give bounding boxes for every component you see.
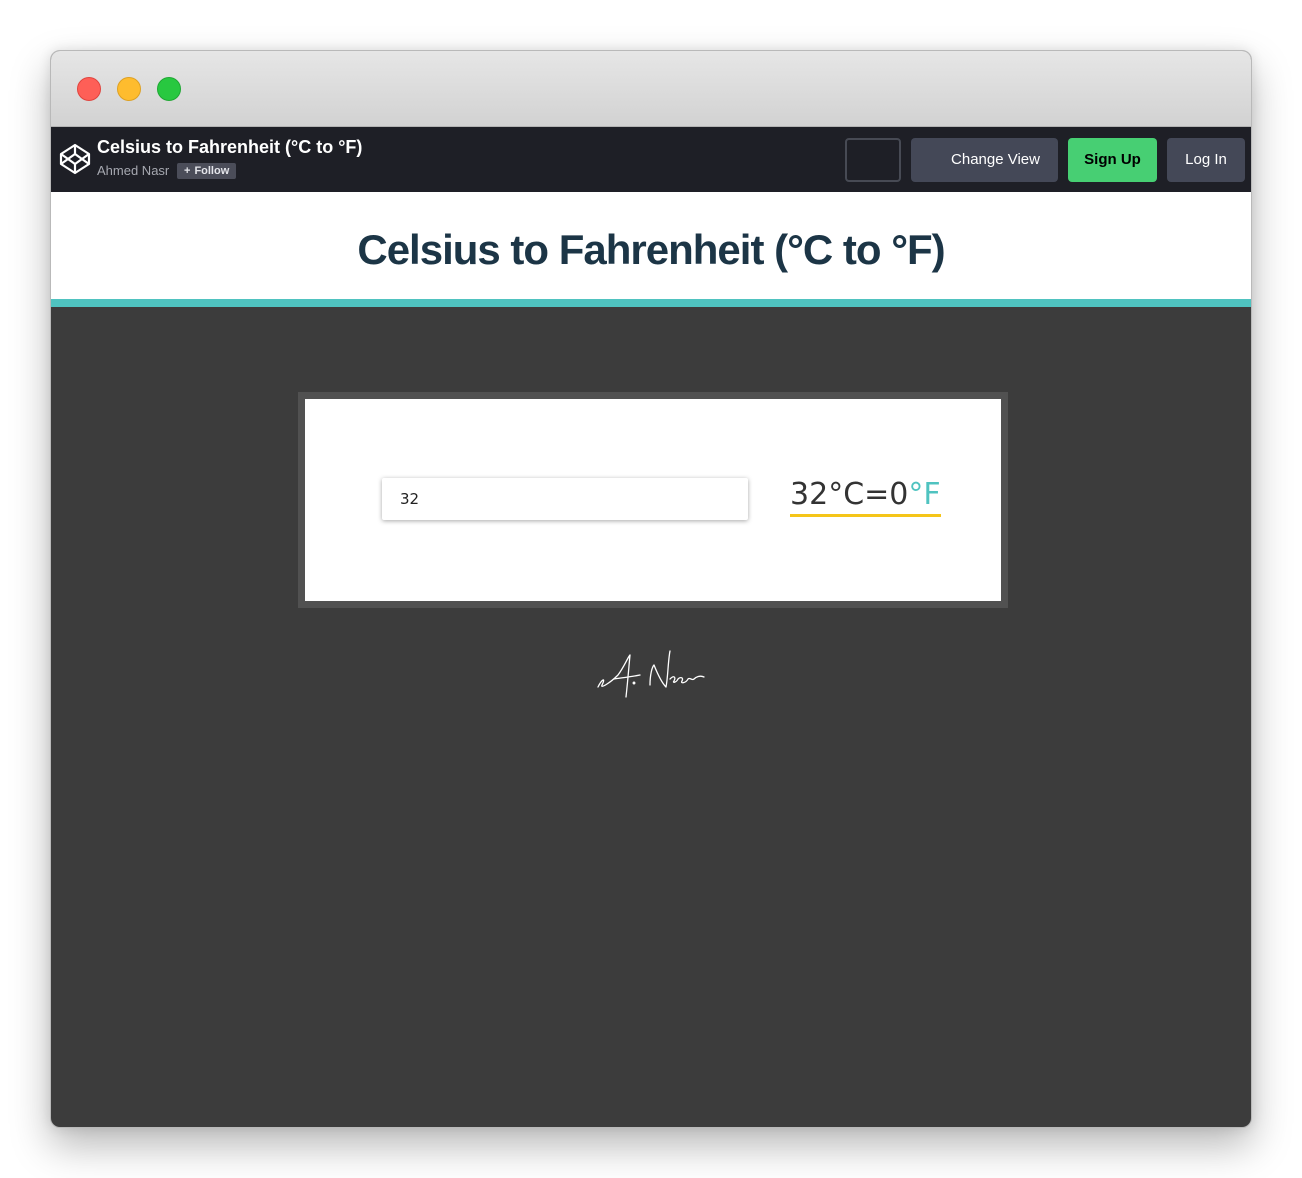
follow-label: Follow	[194, 165, 230, 177]
result-fahrenheit-value: 0	[889, 477, 909, 512]
result-equals: =	[864, 477, 890, 512]
result-celsius-unit: °C	[828, 477, 865, 512]
page-title: Celsius to Fahrenheit (°C to °F)	[357, 226, 945, 273]
converter-card: 32°C=0°F	[298, 392, 1008, 608]
change-view-button[interactable]: Change View	[911, 138, 1058, 182]
result-fahrenheit-unit: °F	[908, 477, 941, 512]
maximize-window-button[interactable]	[157, 77, 181, 101]
close-window-button[interactable]	[77, 77, 101, 101]
conversion-result: 32°C=0°F	[790, 477, 941, 517]
browser-window: Celsius to Fahrenheit (°C to °F) Ahmed N…	[50, 50, 1252, 1128]
heart-button[interactable]	[845, 138, 901, 182]
minimize-window-button[interactable]	[117, 77, 141, 101]
log-in-button[interactable]: Log In	[1167, 138, 1245, 182]
pen-author-link[interactable]: Ahmed Nasr	[97, 163, 169, 178]
author-signature	[597, 650, 705, 698]
window-titlebar	[51, 51, 1251, 127]
follow-button[interactable]: + Follow	[177, 163, 237, 179]
plus-icon: +	[184, 165, 191, 177]
result-celsius-value: 32	[790, 477, 829, 512]
sign-up-button[interactable]: Sign Up	[1068, 138, 1157, 182]
codepen-logo-icon[interactable]	[58, 142, 92, 176]
celsius-input[interactable]	[382, 478, 748, 520]
pen-title: Celsius to Fahrenheit (°C to °F)	[97, 137, 363, 157]
codepen-header: Celsius to Fahrenheit (°C to °F) Ahmed N…	[51, 127, 1251, 192]
page-hero: Celsius to Fahrenheit (°C to °F)	[51, 192, 1251, 307]
